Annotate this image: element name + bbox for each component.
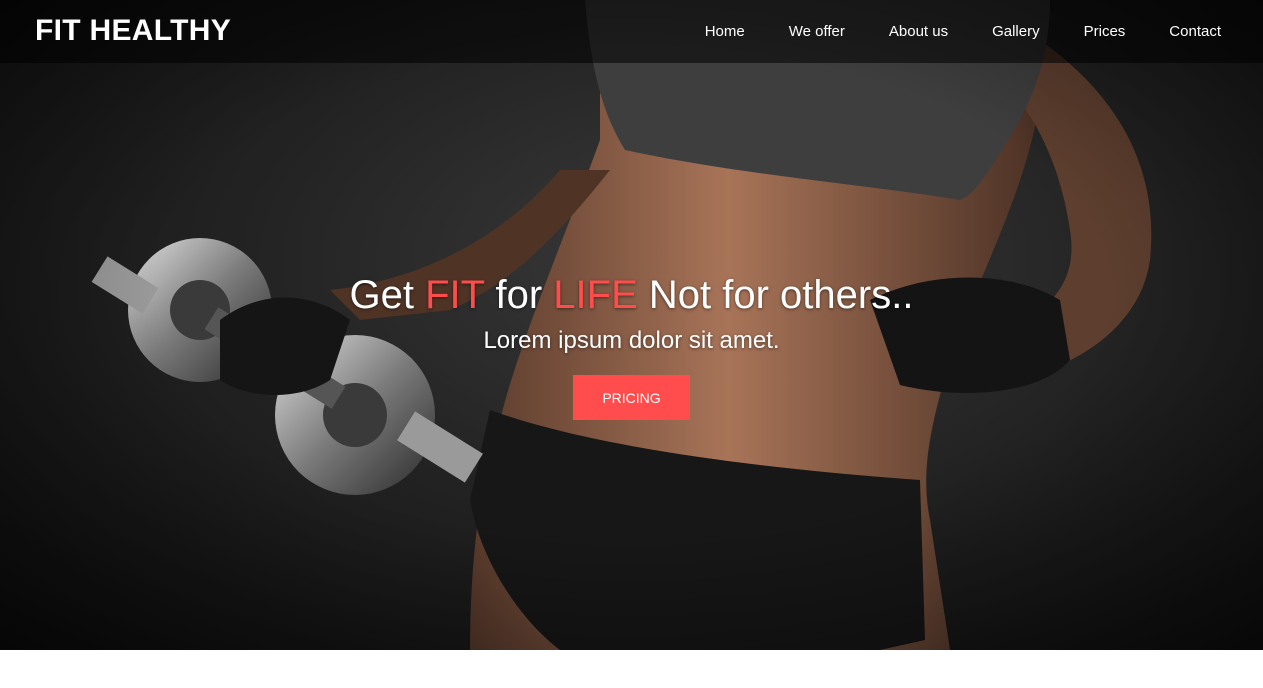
headline-accent-life: LIFE bbox=[553, 273, 638, 317]
headline-accent-fit: FIT bbox=[425, 273, 485, 317]
hero-subheadline: Lorem ipsum dolor sit amet. bbox=[483, 327, 780, 354]
nav-link-prices[interactable]: Prices bbox=[1084, 23, 1126, 40]
hero-background-image bbox=[0, 0, 1263, 650]
nav-item-home: Home bbox=[705, 23, 745, 41]
nav-item-contact: Contact bbox=[1169, 23, 1221, 41]
hero-section: FIT HEALTHY Home We offer About us Galle… bbox=[0, 0, 1263, 650]
nav-item-about-us: About us bbox=[889, 23, 948, 41]
nav-link-about-us[interactable]: About us bbox=[889, 23, 948, 40]
nav-link-gallery[interactable]: Gallery bbox=[992, 23, 1040, 40]
nav-item-we-offer: We offer bbox=[789, 23, 845, 41]
top-navbar: FIT HEALTHY Home We offer About us Galle… bbox=[0, 0, 1263, 63]
hero-headline: Get FIT for LIFE Not for others.. bbox=[0, 272, 1263, 318]
nav-link-home[interactable]: Home bbox=[705, 23, 745, 40]
site-logo[interactable]: FIT HEALTHY bbox=[35, 13, 231, 49]
pricing-button[interactable]: PRICING bbox=[573, 375, 690, 420]
nav-item-prices: Prices bbox=[1084, 23, 1126, 41]
headline-part-others: Not for others.. bbox=[637, 273, 914, 317]
headline-part-get: Get bbox=[349, 273, 426, 317]
headline-part-for: for bbox=[484, 273, 554, 317]
main-nav: Home We offer About us Gallery Prices Co… bbox=[661, 0, 1221, 63]
nav-link-contact[interactable]: Contact bbox=[1169, 23, 1221, 40]
nav-item-gallery: Gallery bbox=[992, 23, 1040, 41]
nav-link-we-offer[interactable]: We offer bbox=[789, 23, 845, 40]
